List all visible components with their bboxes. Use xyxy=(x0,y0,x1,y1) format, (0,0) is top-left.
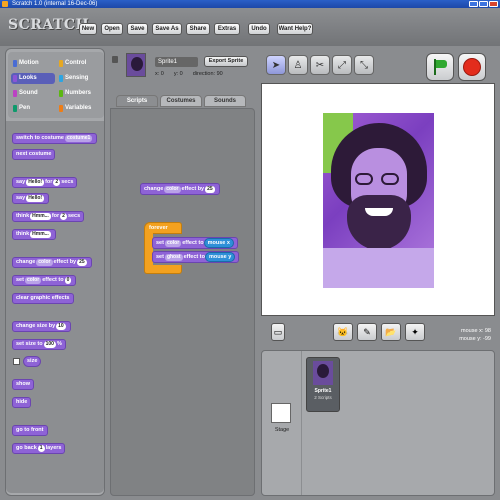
category-motion[interactable]: Motion xyxy=(11,58,55,69)
block-switch-costume[interactable]: switch to costume costume1 xyxy=(12,133,98,144)
export-sprite-button[interactable]: Export Sprite xyxy=(204,56,248,67)
sprite-name-field[interactable]: Sprite1 xyxy=(155,57,198,67)
sprite-x: x: 0 xyxy=(155,71,164,77)
sprite-tile-scripts: 2 Scripts xyxy=(314,395,332,400)
sprite-info-header: Sprite1 Export Sprite x: 0 y: 0 directio… xyxy=(110,48,255,98)
sprite1-thumbnail xyxy=(313,361,333,385)
green-flag-icon xyxy=(433,59,447,75)
block-go-to-front[interactable]: go to front xyxy=(12,425,48,436)
scratch-app: SCRATCH New Open Save Save As Share Extr… xyxy=(0,8,500,500)
current-sprite-thumbnail xyxy=(126,53,146,77)
shrink-tool-icon[interactable]: ⤡ xyxy=(354,55,374,75)
category-pen[interactable]: Pen xyxy=(11,103,55,114)
script-set-color-effect[interactable]: set color effect to mouse x xyxy=(152,237,238,249)
get-sprite-from-file-icon[interactable]: 📂 xyxy=(381,323,401,341)
block-set-effect[interactable]: set color effect to 0 xyxy=(12,275,77,286)
block-hide[interactable]: hide xyxy=(12,397,32,408)
tab-costumes[interactable]: Costumes xyxy=(160,95,202,107)
stage[interactable] xyxy=(261,83,495,316)
mouse-x-readout: mouse x: 98 xyxy=(461,328,491,334)
stage-label: Stage xyxy=(274,427,290,433)
want-help-button[interactable]: Want Help? xyxy=(277,23,313,35)
window-titlebar: Scratch 1.0 (internal 16-Dec-06) xyxy=(0,0,500,8)
window-title: Scratch 1.0 (internal 16-Dec-06) xyxy=(12,1,98,7)
category-selector: Motion Control Looks Sensing Sound Numbe… xyxy=(8,52,104,118)
sprite-tile-sprite1[interactable]: Sprite1 2 Scripts xyxy=(306,357,340,412)
scripts-area[interactable]: change color effect by 25 forever set color e… xyxy=(110,108,255,496)
extras-button[interactable]: Extras xyxy=(214,23,240,35)
script-set-ghost-effect[interactable]: set ghost effect to mouse y xyxy=(152,251,240,263)
size-checkbox[interactable] xyxy=(13,358,20,365)
stop-sign-icon xyxy=(463,58,481,76)
forever-block[interactable]: forever set color effect to mouse x set ghos… xyxy=(144,222,250,276)
block-say[interactable]: say Hello! xyxy=(12,193,50,204)
sprite-photo-on-stage[interactable] xyxy=(323,113,434,288)
category-variables[interactable]: Variables xyxy=(57,103,101,114)
tab-scripts[interactable]: Scripts xyxy=(116,95,158,107)
reporter-size[interactable]: size xyxy=(23,356,42,367)
category-sound[interactable]: Sound xyxy=(11,88,55,99)
save-as-button[interactable]: Save As xyxy=(152,23,182,35)
sprite-coordinates: x: 0 y: 0 direction: 90 xyxy=(155,71,223,77)
lock-icon[interactable] xyxy=(112,56,118,63)
choose-new-sprite-icon[interactable]: ✎ xyxy=(357,323,377,341)
scratch-app-icon xyxy=(2,1,8,7)
minimize-button[interactable] xyxy=(469,1,478,7)
category-control[interactable]: Control xyxy=(57,58,101,69)
reporter-mouse-y[interactable]: mouse y xyxy=(204,252,236,262)
block-show[interactable]: show xyxy=(12,379,35,390)
tab-sounds[interactable]: Sounds xyxy=(204,95,246,107)
stamp-tool-icon[interactable]: ♙ xyxy=(288,55,308,75)
stop-button[interactable] xyxy=(458,53,486,81)
category-sensing[interactable]: Sensing xyxy=(57,73,101,84)
share-button[interactable]: Share xyxy=(186,23,210,35)
block-say-for-secs[interactable]: say Hello! for 2 secs xyxy=(12,177,78,188)
editor-tabs: Scripts Costumes Sounds xyxy=(110,94,260,108)
block-change-effect[interactable]: change color effect by 25 xyxy=(12,257,92,268)
block-go-back-layers[interactable]: go back 1 layers xyxy=(12,443,66,454)
save-button[interactable]: Save xyxy=(127,23,148,35)
grow-tool-icon[interactable]: ⤢ xyxy=(332,55,352,75)
maximize-button[interactable] xyxy=(479,1,488,7)
block-think[interactable]: think Hmm... xyxy=(12,229,56,240)
script-change-effect[interactable]: change color effect by 25 xyxy=(140,183,220,195)
paint-new-sprite-icon[interactable]: 🐱 xyxy=(333,323,353,341)
block-set-size[interactable]: set size to 100% xyxy=(12,339,66,350)
sprite-y: y: 0 xyxy=(173,71,183,77)
menu-bar: SCRATCH New Open Save Save As Share Extr… xyxy=(0,8,500,46)
block-clear-graphic-effects[interactable]: clear graphic effects xyxy=(12,293,74,304)
category-numbers[interactable]: Numbers xyxy=(57,88,101,99)
sprite-tile-name: Sprite1 xyxy=(314,388,332,394)
scratch-logo: SCRATCH xyxy=(8,17,90,33)
looks-blocks-list: switch to costume costume1 next costume s… xyxy=(6,121,104,493)
block-palette: Motion Control Looks Sensing Sound Numbe… xyxy=(5,48,105,496)
scissors-tool-icon[interactable]: ✂ xyxy=(310,55,330,75)
arrow-tool-icon[interactable]: ➤ xyxy=(266,55,286,75)
block-change-size[interactable]: change size by 10 xyxy=(12,321,71,332)
stage-thumbnail[interactable] xyxy=(271,403,291,423)
sprite-direction: direction: 90 xyxy=(192,71,223,77)
sprite-library: Stage Sprite1 2 Scripts xyxy=(261,350,495,496)
reporter-mouse-x[interactable]: mouse x xyxy=(203,238,234,248)
close-button[interactable] xyxy=(489,1,498,7)
mouse-y-readout: mouse y: -99 xyxy=(459,336,491,342)
stage-thumbnail-column: Stage xyxy=(262,351,302,495)
open-button[interactable]: Open xyxy=(101,23,123,35)
block-think-for-secs[interactable]: think Hmm... for 2 secs xyxy=(12,211,85,222)
presentation-mode-icon[interactable]: ▭ xyxy=(271,323,285,341)
new-button[interactable]: New xyxy=(79,23,97,35)
surprise-sprite-icon[interactable]: ✦ xyxy=(405,323,425,341)
block-next-costume[interactable]: next costume xyxy=(12,149,56,160)
undo-button[interactable]: Undo xyxy=(248,23,270,35)
category-looks[interactable]: Looks xyxy=(11,73,55,84)
green-flag-button[interactable] xyxy=(426,53,454,81)
stage-toolbar: ▭ 🐱 ✎ 📂 ✦ mouse x: 98 mouse y: -99 xyxy=(261,320,495,348)
